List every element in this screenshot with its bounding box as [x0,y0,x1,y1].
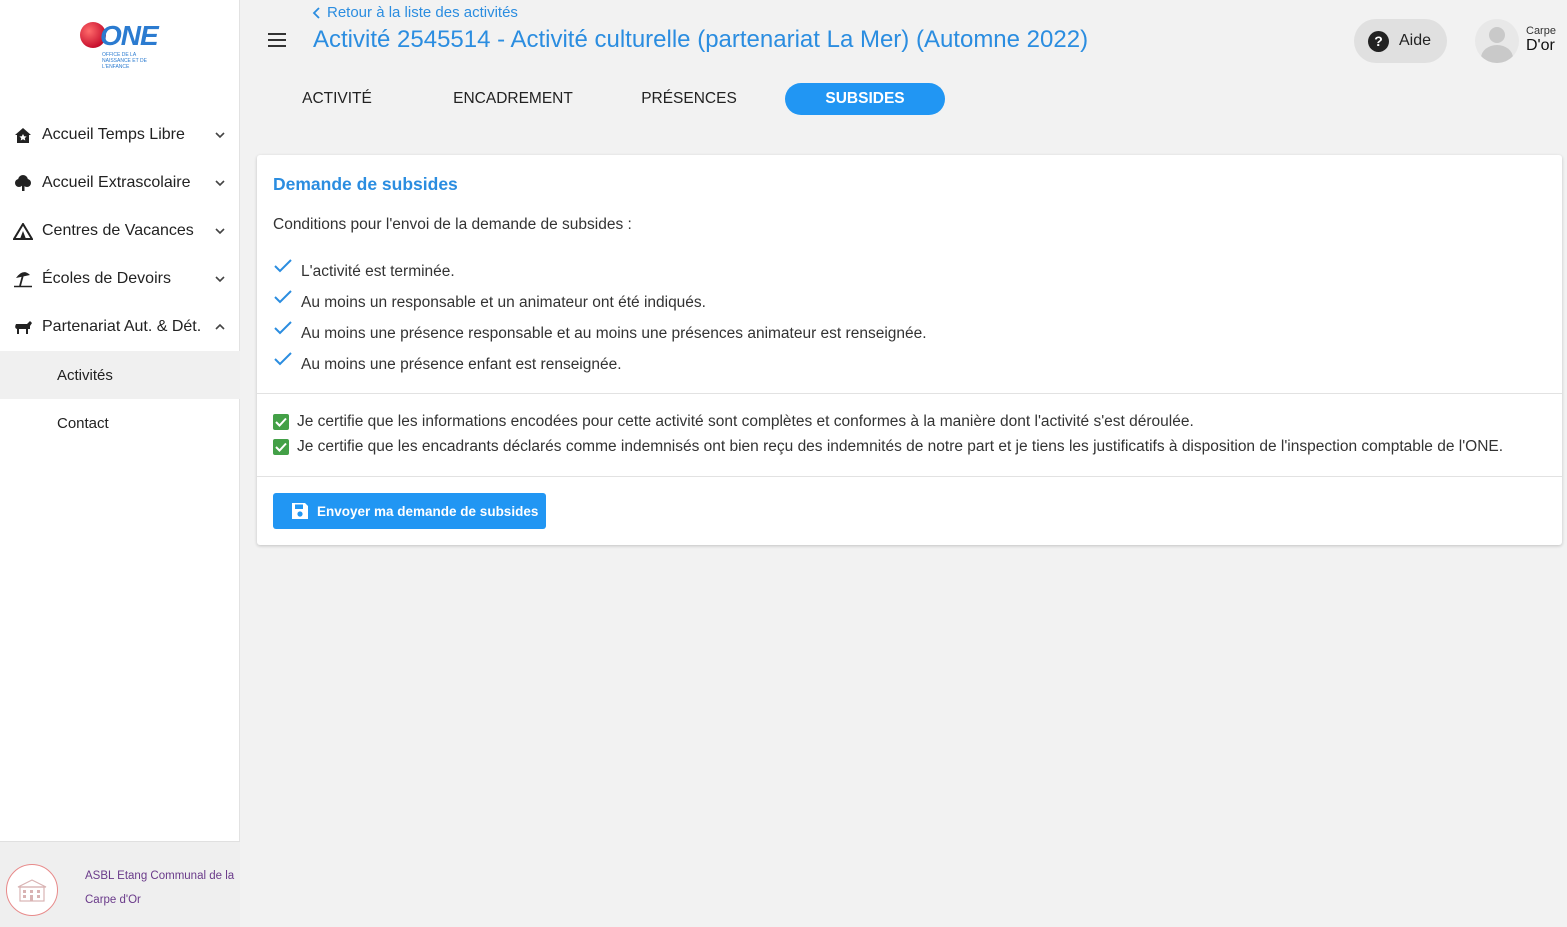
condition-text: Au moins une présence enfant est renseig… [301,356,622,373]
logo-subtitle: OFFICE DE LA NAISSANCE ET DE L'ENFANCE [102,52,147,70]
sidebar-item-accueil-temps-libre[interactable]: Accueil Temps Libre [0,111,240,159]
tree-icon [12,173,34,193]
sidebar-item-label: Écoles de Devoirs [42,270,171,287]
sidebar: ONE OFFICE DE LA NAISSANCE ET DE L'ENFAN… [0,0,240,927]
question-icon: ? [1368,30,1389,52]
condition-item: Au moins une présence enfant est renseig… [273,350,622,374]
tent-icon [12,221,34,241]
tab-activite[interactable]: Activité [257,83,417,115]
certification-label: Je certifie que les encadrants déclarés … [297,438,1504,455]
organization-panel[interactable]: ASBL Etang Communal de la Carpe d'Or [0,841,240,927]
sidebar-item-ecoles-de-devoirs[interactable]: Écoles de Devoirs [0,255,240,303]
send-subsidy-request-button[interactable]: Envoyer ma demande de subsides [273,493,546,529]
help-button-label: Aide [1399,32,1432,49]
check-icon [274,259,292,273]
chevron-down-icon [215,132,225,139]
sidebar-item-partenariat[interactable]: Partenariat Aut. & Dét. [0,303,240,351]
chevron-up-icon [215,323,225,330]
sidebar-item-label: Accueil Temps Libre [42,126,185,143]
conditions-intro: Conditions pour l'envoi de la demande de… [273,216,632,233]
certification-row: Je certifie que les informations encodée… [273,412,1194,432]
logo-text: ONE [100,20,159,51]
certification-checkbox[interactable] [273,439,289,455]
sidebar-item-label: Partenariat Aut. & Dét. [42,318,202,335]
tab-presences[interactable]: Présences [609,83,769,115]
chevron-down-icon [215,276,225,283]
card-title: Demande de subsides [273,174,458,194]
house-icon [12,125,34,145]
chevron-down-icon [215,180,225,187]
condition-text: Au moins un responsable et un animateur … [301,294,706,311]
condition-text: L'activité est terminée. [301,263,455,280]
check-icon [274,321,292,335]
sidebar-item-label: Accueil Extrascolaire [42,174,191,191]
checkmark-icon [275,417,287,427]
back-to-list-link[interactable]: Retour à la liste des activités [312,4,518,21]
organization-building-icon [6,864,58,916]
menu-toggle-icon[interactable] [268,33,286,47]
certification-row: Je certifie que les encadrants déclarés … [273,437,1503,457]
sidebar-nav: Accueil Temps Libre Accueil Extrascolair… [0,111,240,447]
checkmark-icon [275,442,287,452]
condition-item: Au moins un responsable et un animateur … [273,288,706,312]
subsidy-request-card: Demande de subsides Conditions pour l'en… [257,155,1562,545]
one-logo[interactable]: ONE OFFICE DE LA NAISSANCE ET DE L'ENFAN… [80,20,160,70]
sidebar-item-label: Centres de Vacances [42,222,194,239]
avatar [1475,19,1519,63]
sidebar-item-accueil-extrascolaire[interactable]: Accueil Extrascolaire [0,159,240,207]
tab-subsides[interactable]: Subsides [785,83,945,115]
send-button-label: Envoyer ma demande de subsides [317,503,539,519]
condition-item: Au moins une présence responsable et au … [273,319,927,343]
back-link-label: Retour à la liste des activités [327,4,518,21]
help-button[interactable]: ? Aide [1354,19,1447,63]
divider [257,476,1562,477]
user-menu[interactable]: Carpe D'or [1475,19,1565,63]
organization-name: ASBL Etang Communal de la Carpe d'Or [85,870,235,906]
sidebar-item-centres-de-vacances[interactable]: Centres de Vacances [0,207,240,255]
certification-label: Je certifie que les informations encodée… [297,413,1194,430]
beach-umbrella-icon [12,269,34,289]
user-last-name: D'or [1526,37,1555,54]
chevron-down-icon [215,228,225,235]
check-icon [274,290,292,304]
user-first-name: Carpe [1526,25,1556,37]
divider [257,393,1562,394]
tab-encadrement[interactable]: Encadrement [433,83,593,115]
chevron-left-icon [312,6,320,19]
condition-text: Au moins une présence responsable et au … [301,325,927,342]
condition-item: L'activité est terminée. [273,257,455,281]
animal-icon [12,317,34,337]
sidebar-subitem-contact[interactable]: Contact [0,399,240,447]
check-icon [274,352,292,366]
page-title: Activité 2545514 - Activité culturelle (… [313,26,1089,53]
save-icon [292,503,308,519]
certification-checkbox[interactable] [273,414,289,430]
sidebar-subitem-activites[interactable]: Activités [0,351,240,399]
